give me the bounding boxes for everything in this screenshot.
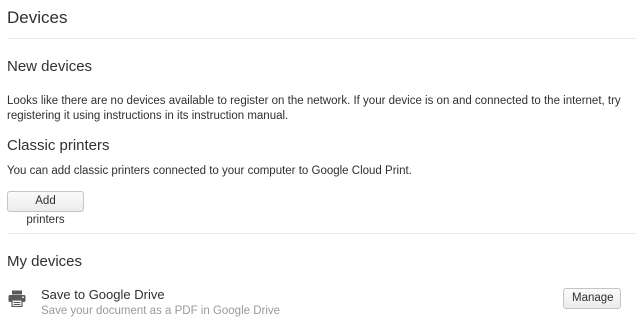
my-devices-heading: My devices <box>7 253 83 270</box>
new-devices-description: Looks like there are no devices availabl… <box>7 95 621 122</box>
header-divider <box>7 38 636 39</box>
add-printers-button[interactable]: Add printers <box>7 191 84 226</box>
devices-page: Devices New devices Looks like there are… <box>0 0 640 322</box>
printer-icon <box>8 290 26 308</box>
manage-button[interactable]: Manage <box>563 288 621 309</box>
section-divider <box>7 233 636 234</box>
page-title: Devices <box>7 8 68 27</box>
new-devices-heading: New devices <box>7 58 93 75</box>
device-name: Save to Google Drive <box>41 287 165 302</box>
classic-printers-heading: Classic printers <box>7 137 110 154</box>
device-description: Save your document as a PDF in Google Dr… <box>41 305 281 317</box>
device-row-save-to-google-drive: Save to Google Drive Save your document … <box>0 282 640 322</box>
classic-printers-description: You can add classic printers connected t… <box>7 165 412 177</box>
